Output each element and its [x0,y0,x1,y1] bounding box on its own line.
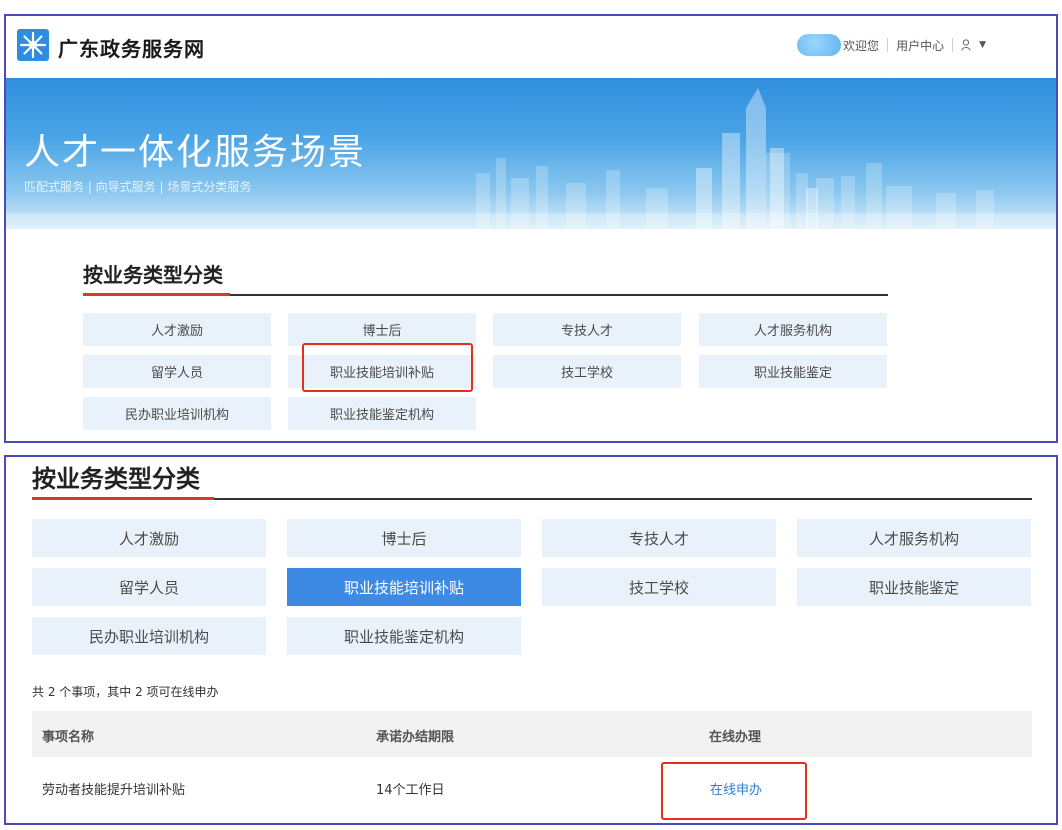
category-button-talent-incentive[interactable]: 人才激励 [32,519,266,557]
category-button-postdoc[interactable]: 博士后 [287,519,521,557]
divider [952,38,954,52]
result-count: 共 2 个事项，其中 2 项可在线申办 [32,685,219,699]
section-title: 按业务类型分类 [32,465,200,493]
section-title-underline [83,293,230,296]
banner-subtitle: 匹配式服务 | 向导式服务 | 场景式分类服务 [24,180,252,194]
category-button-professional-talent[interactable]: 专技人才 [542,519,776,557]
category-button-overseas-student[interactable]: 留学人员 [83,355,271,388]
category-button-technical-school[interactable]: 技工学校 [542,568,776,606]
section-title: 按业务类型分类 [83,263,223,287]
column-header-online: 在线办理 [709,730,762,745]
item-deadline: 14个工作日 [376,783,445,798]
column-header-deadline: 承诺办结期限 [376,730,455,745]
screenshot-bottom-panel: 按业务类型分类 人才激励 博士后 专技人才 人才服务机构 留学人员 职业技能培训… [4,455,1058,825]
category-button-talent-agency[interactable]: 人才服务机构 [699,313,887,346]
banner-title: 人才一体化服务场景 [24,132,367,173]
highlight-box [661,762,807,820]
table-header: 事项名称 承诺办结期限 在线办理 [32,711,1032,757]
category-button-technical-school[interactable]: 技工学校 [493,355,681,388]
user-area: 欢迎您 用户中心 ▼ [797,34,986,56]
highlight-box [302,343,473,392]
category-button-talent-agency[interactable]: 人才服务机构 [797,519,1031,557]
welcome-text: 欢迎您 [843,38,880,53]
category-button-appraisal-agency[interactable]: 职业技能鉴定机构 [287,617,521,655]
item-name: 劳动者技能提升培训补贴 [42,783,186,798]
category-button-appraisal-agency[interactable]: 职业技能鉴定机构 [288,397,476,430]
table-row: 劳动者技能提升培训补贴 14个工作日 在线申办 [32,757,1032,817]
category-button-professional-talent[interactable]: 专技人才 [493,313,681,346]
category-button-talent-incentive[interactable]: 人才激励 [83,313,271,346]
logo-icon[interactable] [16,28,50,62]
screenshot-top-panel: 广东政务服务网 欢迎您 用户中心 ▼ 人才一体化服务场景 匹配式服务 | 向导式… [4,14,1058,443]
column-header-item-name: 事项名称 [42,730,95,745]
top-nav-bar: 广东政务服务网 欢迎您 用户中心 ▼ [6,16,1056,78]
user-icon[interactable] [961,39,971,51]
hero-banner: 人才一体化服务场景 匹配式服务 | 向导式服务 | 场景式分类服务 [6,78,1056,229]
caret-down-icon[interactable]: ▼ [979,40,986,50]
site-name[interactable]: 广东政务服务网 [58,33,205,62]
category-button-skills-appraisal[interactable]: 职业技能鉴定 [699,355,887,388]
category-button-overseas-student[interactable]: 留学人员 [32,568,266,606]
category-button-private-training-agency[interactable]: 民办职业培训机构 [32,617,266,655]
category-button-skills-appraisal[interactable]: 职业技能鉴定 [797,568,1031,606]
category-button-private-training-agency[interactable]: 民办职业培训机构 [83,397,271,430]
avatar[interactable] [797,34,842,56]
category-button-postdoc[interactable]: 博士后 [288,313,476,346]
divider [887,38,889,52]
section-title-underline [32,497,214,500]
category-button-skills-training-subsidy[interactable]: 职业技能培训补贴 [287,568,521,606]
user-center-link[interactable]: 用户中心 [896,37,944,54]
